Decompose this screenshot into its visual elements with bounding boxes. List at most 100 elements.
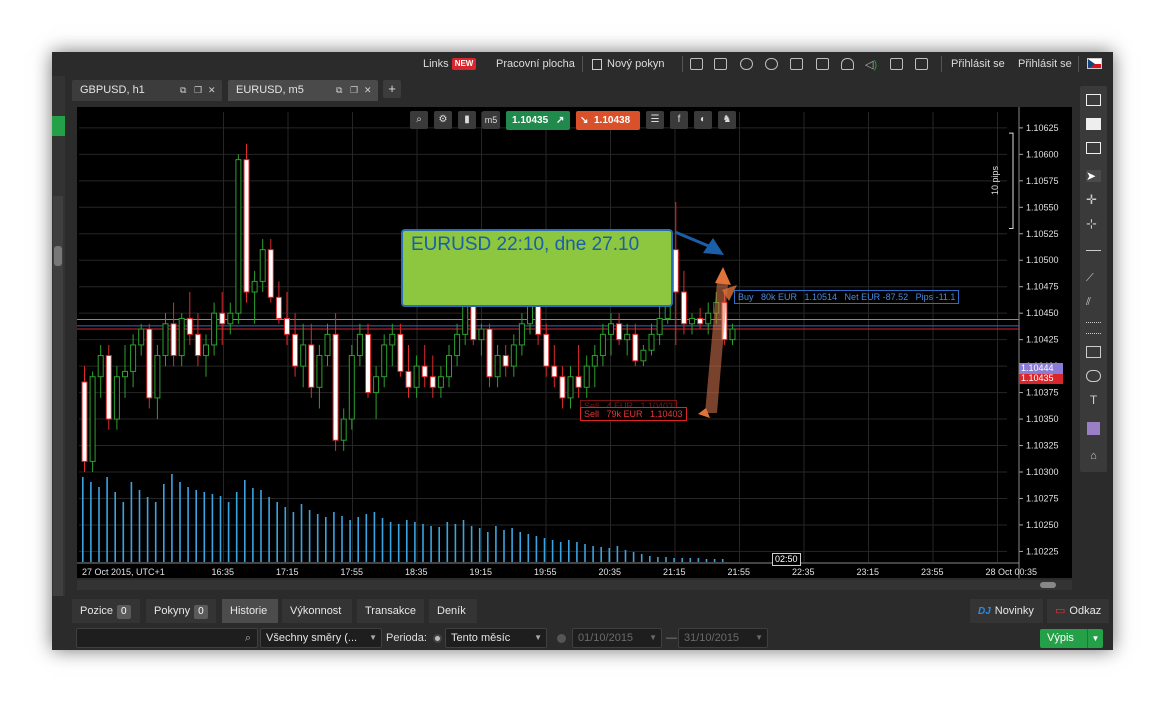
volume-bar — [179, 482, 181, 562]
candle-body — [397, 333, 404, 372]
bell-icon[interactable] — [841, 58, 854, 70]
chart-scrollbar-thumb[interactable] — [1040, 582, 1056, 588]
horizontal-line-icon[interactable] — [1086, 250, 1101, 262]
close-icon[interactable]: ✕ — [364, 80, 372, 101]
crosshair-icon[interactable]: ✛ — [1086, 193, 1101, 206]
tab-history[interactable]: Historie — [222, 599, 278, 623]
candle-body — [429, 376, 436, 388]
color-picker-icon[interactable] — [1087, 422, 1100, 435]
fullscreen-icon[interactable] — [915, 58, 928, 70]
date-range-radio[interactable] — [557, 634, 566, 643]
sell-price-button[interactable]: 1.10435 ↗ — [506, 111, 570, 130]
tab-gbpusd[interactable]: GBPUSD, h1 ⧉ ❐ ✕ — [72, 80, 222, 101]
export-dropdown-icon[interactable]: ▼ — [1087, 629, 1103, 648]
links-menu[interactable]: Links NEW — [423, 52, 477, 76]
candle-body — [122, 370, 128, 378]
sell-position-label[interactable]: Sell 79k EUR 1.10403 — [580, 407, 687, 421]
sound-icon[interactable]: ◁) — [865, 58, 878, 71]
list-icon[interactable]: ☰ — [646, 111, 664, 129]
chart-settings-icon[interactable]: ⚙ — [434, 111, 452, 129]
desktop-button[interactable]: Pracovní plocha — [496, 52, 575, 76]
search-input[interactable]: ⌕ — [76, 628, 258, 648]
cursor-icon[interactable]: ➤ — [1086, 170, 1101, 182]
news-button[interactable]: DJ Novinky — [970, 599, 1043, 623]
candle-body — [454, 333, 461, 357]
volume-bar — [721, 559, 724, 562]
grid-layout-icon[interactable] — [1086, 94, 1101, 106]
zoom-icon[interactable]: ⌕ — [410, 111, 428, 129]
tab-eurusd[interactable]: EURUSD, m5 ⧉ ❐ ✕ — [228, 80, 378, 101]
tab-positions[interactable]: Pozice 0 — [72, 599, 140, 623]
volume-bar — [446, 522, 449, 562]
video-help-icon[interactable] — [714, 58, 727, 70]
volume-bar — [235, 492, 238, 562]
chevron-down-icon: ▼ — [755, 633, 763, 642]
login-button-secondary[interactable]: Přihlásit se — [1018, 52, 1072, 76]
candle-body — [680, 291, 687, 325]
volume-bar — [632, 552, 635, 562]
restore-icon[interactable]: ❐ — [350, 80, 358, 101]
hand-tool-icon[interactable] — [790, 58, 803, 70]
candle-body — [656, 317, 663, 335]
buy-price: 1.10438 — [594, 115, 631, 126]
candle-body — [267, 249, 274, 298]
layout-icon[interactable] — [690, 58, 703, 70]
popout-icon[interactable]: ⧉ — [336, 80, 342, 101]
direction-select[interactable]: Všechny směry (... ▼ — [260, 628, 382, 648]
czech-flag-icon[interactable] — [1087, 58, 1102, 69]
annotation-box[interactable]: EURUSD 22:10, dne 27.10 — [401, 229, 673, 307]
restore-icon[interactable]: ❐ — [194, 80, 202, 101]
tab-performance[interactable]: Výkonnost — [282, 599, 352, 623]
calculator-icon[interactable] — [816, 58, 829, 70]
buy-position-label[interactable]: Buy 80k EUR 1.10514 Net EUR -87.52 Pips … — [734, 290, 960, 304]
single-layout-icon[interactable] — [1086, 118, 1101, 130]
candle-body — [632, 333, 639, 362]
chart-canvas[interactable]: 1.10625 1.10600 1.10575 1.10550 1.10525 1.105… — [77, 107, 1072, 578]
date-to-field[interactable]: 31/10/2015 ▼ — [678, 628, 768, 648]
candle-body — [535, 302, 542, 335]
text-tool-icon[interactable]: T — [1086, 394, 1101, 406]
price-chart[interactable]: 1.10625 1.10600 1.10575 1.10550 1.10525 1.105… — [77, 107, 1072, 578]
buy-price-button[interactable]: ↘ 1.10438 — [576, 111, 640, 130]
close-icon[interactable]: ✕ — [208, 80, 216, 101]
volume-bar — [495, 526, 497, 562]
chart-scrollbar[interactable] — [77, 580, 1072, 590]
timeframe-button[interactable]: m5 — [482, 111, 500, 129]
fibonacci-icon[interactable]: ⟋ — [1086, 272, 1101, 284]
volume-bar — [535, 536, 538, 562]
analyst-icon[interactable]: ♞ — [718, 111, 736, 129]
tab-orders[interactable]: Pokyny 0 — [146, 599, 216, 623]
new-order-button[interactable]: Nový pokyn — [592, 52, 664, 76]
popout-icon[interactable]: ⧉ — [180, 80, 186, 101]
period-radio[interactable] — [433, 634, 442, 643]
channel-icon[interactable]: ⫽ — [1086, 296, 1101, 308]
panel-icon[interactable] — [890, 58, 903, 70]
y-tick-label: 1.10250 — [1026, 520, 1059, 530]
split-layout-icon[interactable] — [1086, 142, 1101, 154]
volume-bar — [705, 559, 708, 562]
pattern-icon[interactable] — [1086, 322, 1101, 334]
ellipse-icon[interactable] — [1086, 370, 1101, 382]
rectangle-icon[interactable] — [1086, 346, 1101, 358]
chat-icon[interactable] — [740, 58, 753, 70]
left-panel-green-button[interactable] — [52, 116, 65, 136]
facebook-icon[interactable]: f — [670, 111, 688, 129]
candles-icon[interactable]: ▮ — [458, 111, 476, 129]
chevron-down-icon: ▼ — [369, 633, 377, 642]
left-scrollbar-thumb[interactable] — [54, 246, 62, 266]
feedback-button[interactable]: ▭ Odkaz — [1047, 599, 1109, 623]
volume-bar — [584, 544, 586, 562]
export-button[interactable]: Výpis ▼ — [1040, 629, 1103, 648]
period-select[interactable]: Tento měsíc ▼ — [445, 628, 547, 648]
price-marker-icon[interactable]: ⊹ — [1086, 217, 1101, 230]
add-tab-button[interactable]: + — [383, 80, 401, 98]
camera-icon[interactable]: ⌂ — [1086, 450, 1101, 462]
sentiment-icon[interactable]: ◐ — [694, 111, 712, 129]
date-from-field[interactable]: 01/10/2015 ▼ — [572, 628, 662, 648]
tab-journal[interactable]: Deník — [429, 599, 477, 623]
settings-search-icon[interactable] — [765, 58, 778, 70]
volume-bar — [624, 550, 627, 562]
volume-bar — [600, 547, 602, 562]
login-button[interactable]: Přihlásit se — [951, 52, 1005, 76]
tab-transactions[interactable]: Transakce — [357, 599, 424, 623]
